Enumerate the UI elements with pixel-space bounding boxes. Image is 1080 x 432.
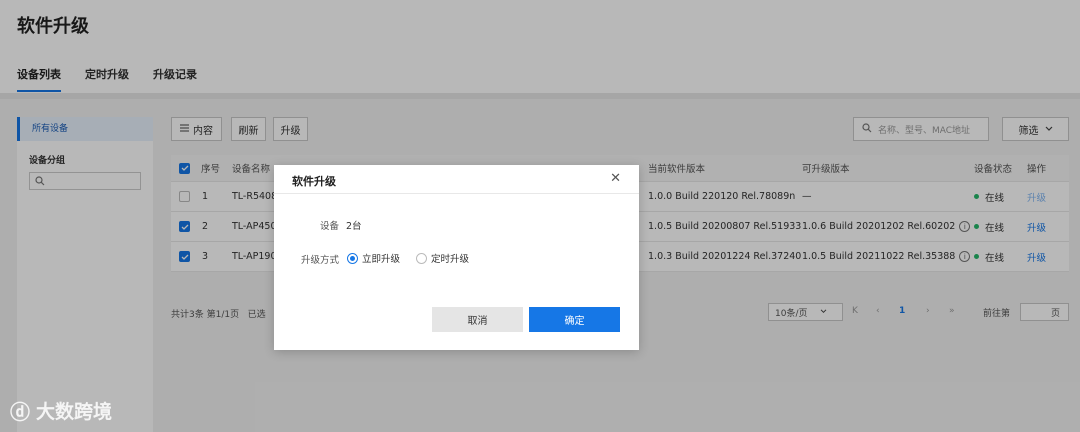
close-icon[interactable]: ✕	[610, 171, 621, 186]
watermark-text: 大数跨境	[36, 401, 113, 423]
cancel-button[interactable]: 取消	[432, 307, 523, 332]
watermark-logo: ⓓ	[10, 400, 30, 424]
device-count-label: 设备	[319, 221, 339, 232]
radio-circle	[416, 252, 427, 264]
radio-circle	[347, 252, 358, 264]
page: 软件升级 设备列表 定时升级 升级记录 所有设备 设备分组 内容 刷新 升级 名…	[0, 0, 1080, 432]
watermark: ⓓ 大数跨境	[10, 396, 112, 425]
dialog-divider	[274, 193, 639, 194]
dialog-title: 软件升级	[292, 175, 336, 188]
upgrade-mode-label: 升级方式	[300, 255, 339, 266]
radio-upgrade-now-label: 立即升级	[362, 254, 401, 265]
upgrade-dialog: 软件升级 ✕ 设备 2台 升级方式 立即升级 定时升级 取消 确定	[274, 165, 639, 350]
radio-scheduled-upgrade-label: 定时升级	[431, 254, 470, 265]
device-count-value: 2台	[346, 221, 362, 232]
radio-scheduled-upgrade[interactable]: 定时升级	[416, 251, 469, 265]
radio-upgrade-now[interactable]: 立即升级	[347, 251, 400, 265]
confirm-button[interactable]: 确定	[529, 307, 620, 332]
